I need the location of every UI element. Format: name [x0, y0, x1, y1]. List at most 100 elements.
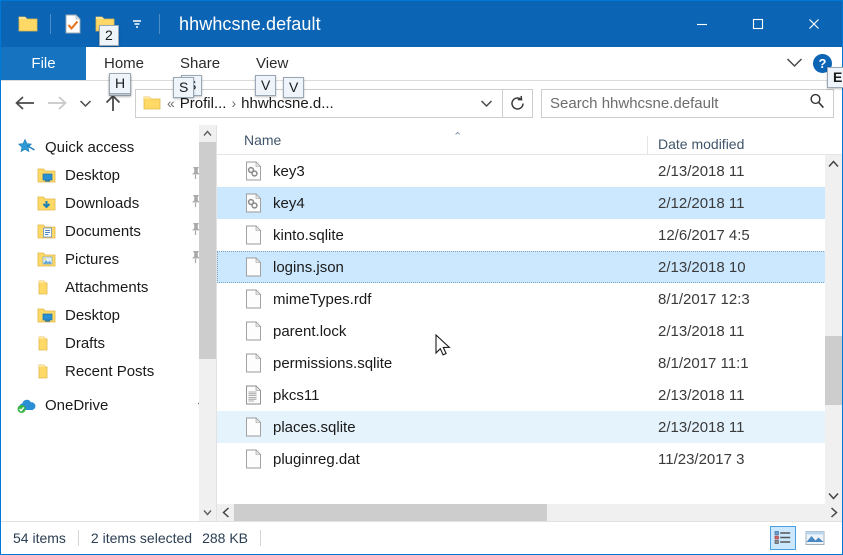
table-row[interactable]: pkcs11 2/13/2018 11: [217, 379, 842, 411]
table-row[interactable]: key3 2/13/2018 11: [217, 155, 842, 187]
search-input[interactable]: Search hhwhcsne.default: [550, 95, 809, 112]
recent-locations-button[interactable]: [73, 87, 97, 119]
file-date: 12/6/2017 4:5: [658, 227, 842, 244]
column-header-row: ⌃ Name Date modified: [217, 125, 842, 155]
minimize-button[interactable]: [674, 1, 730, 47]
file-name: permissions.sqlite: [273, 355, 658, 372]
file-name: places.sqlite: [273, 419, 658, 436]
sidebar-item-desktop[interactable]: Desktop: [1, 161, 216, 189]
sidebar-item-documents[interactable]: Documents: [1, 217, 216, 245]
tab-share[interactable]: Share S: [162, 47, 238, 80]
customize-dropdown-icon[interactable]: [122, 9, 152, 39]
sidebar-scroll-up-icon[interactable]: [199, 125, 216, 142]
blank-document-icon: [243, 449, 263, 469]
scroll-right-icon[interactable]: [825, 504, 842, 521]
scroll-left-icon[interactable]: [217, 504, 234, 521]
hscroll-track[interactable]: [234, 504, 825, 521]
search-box[interactable]: Search hhwhcsne.default: [541, 89, 834, 118]
gear-document-icon: [243, 161, 263, 181]
table-row[interactable]: kinto.sqlite 12/6/2017 4:5: [217, 219, 842, 251]
folder-icon[interactable]: [13, 9, 43, 39]
scroll-up-icon[interactable]: [825, 155, 842, 172]
status-divider: [78, 530, 79, 546]
selection-size-label: 288 KB: [202, 530, 248, 546]
sidebar-item-quick-access[interactable]: Quick access: [1, 133, 216, 161]
text-document-icon: [243, 385, 263, 405]
onedrive-cloud-icon: [17, 397, 39, 414]
sidebar-item-recent-posts[interactable]: Recent Posts: [1, 357, 216, 385]
tab-file-label: File: [31, 55, 55, 72]
sidebar-item-label: Recent Posts: [65, 363, 154, 380]
desktop-folder-icon: [37, 167, 59, 184]
sidebar-item-onedrive[interactable]: OneDrive: [1, 391, 216, 419]
breadcrumb-separator[interactable]: ›: [229, 95, 238, 111]
large-icons-view-button[interactable]: [802, 526, 828, 550]
new-folder-icon[interactable]: 2: [90, 9, 120, 39]
tab-view[interactable]: View V: [238, 47, 306, 80]
blank-document-icon: [243, 417, 263, 437]
hscroll-thumb[interactable]: [234, 504, 547, 521]
table-row[interactable]: permissions.sqlite 8/1/2017 11:1: [217, 347, 842, 379]
sidebar-item-desktop-2[interactable]: Desktop: [1, 301, 216, 329]
help-label: ?: [819, 56, 827, 71]
file-explorer-window: 2 hhwhcsne.default: [0, 0, 843, 555]
documents-folder-icon: [37, 223, 59, 240]
sidebar-scroll-down-icon[interactable]: [199, 504, 216, 521]
sidebar-item-attachments[interactable]: Attachments: [1, 273, 216, 301]
sidebar-item-label: Quick access: [45, 139, 134, 156]
blank-document-icon: [243, 353, 263, 373]
file-date: 2/13/2018 11: [658, 387, 842, 404]
pictures-folder-icon: [37, 251, 59, 268]
help-icon[interactable]: ? E: [813, 54, 832, 73]
scroll-thumb[interactable]: [825, 336, 842, 405]
refresh-button[interactable]: [503, 89, 533, 118]
sidebar-item-downloads[interactable]: Downloads: [1, 189, 216, 217]
scroll-down-icon[interactable]: [825, 487, 842, 504]
file-list-vertical-scrollbar[interactable]: [825, 155, 842, 504]
tab-file[interactable]: File: [1, 47, 86, 80]
blank-document-icon: [243, 289, 263, 309]
status-divider-2: [260, 530, 261, 546]
file-list-horizontal-scrollbar[interactable]: [217, 504, 842, 521]
ribbon-right-controls: ? E: [786, 47, 842, 80]
scroll-track[interactable]: [825, 172, 842, 487]
table-row[interactable]: pluginreg.dat 11/23/2017 3: [217, 443, 842, 475]
window-controls: [674, 1, 842, 47]
forward-button[interactable]: [41, 87, 73, 119]
table-row[interactable]: key4 2/12/2018 11: [217, 187, 842, 219]
maximize-button[interactable]: [730, 1, 786, 47]
file-list: key3 2/13/2018 11 key4 2/12/2018 11: [217, 155, 842, 504]
up-button[interactable]: H: [97, 87, 129, 119]
file-name: kinto.sqlite: [273, 227, 658, 244]
sidebar-scrollbar[interactable]: [199, 125, 216, 521]
sidebar-item-pictures[interactable]: Pictures: [1, 245, 216, 273]
file-date: 2/13/2018 11: [658, 419, 842, 436]
toolbar-divider-2: [159, 14, 160, 34]
table-row[interactable]: logins.json 2/13/2018 10: [217, 251, 842, 283]
table-row[interactable]: mimeTypes.rdf 8/1/2017 12:3: [217, 283, 842, 315]
back-button[interactable]: [9, 87, 41, 119]
table-row[interactable]: parent.lock 2/13/2018 11: [217, 315, 842, 347]
keytip-view: V: [255, 75, 276, 96]
close-button[interactable]: [786, 1, 842, 47]
table-row[interactable]: places.sqlite 2/13/2018 11: [217, 411, 842, 443]
gear-document-icon: [243, 193, 263, 213]
file-date: 2/13/2018 10: [658, 259, 842, 276]
sidebar-item-label: Desktop: [65, 167, 120, 184]
sidebar-scroll-track[interactable]: [199, 142, 216, 504]
details-view-button[interactable]: [770, 526, 796, 550]
column-header-date-modified[interactable]: Date modified: [647, 136, 842, 154]
sidebar-item-label: Pictures: [65, 251, 119, 268]
sidebar-scroll-thumb[interactable]: [199, 142, 216, 359]
address-dropdown-icon[interactable]: [474, 90, 498, 117]
column-header-name[interactable]: ⌃ Name: [217, 132, 647, 154]
file-name: mimeTypes.rdf: [273, 291, 658, 308]
search-icon[interactable]: [809, 93, 825, 114]
properties-icon[interactable]: [58, 9, 88, 39]
blank-document-icon: [243, 321, 263, 341]
sidebar-item-drafts[interactable]: Drafts: [1, 329, 216, 357]
collapse-ribbon-icon[interactable]: [786, 56, 803, 71]
sidebar-item-label: Attachments: [65, 279, 148, 296]
file-name: key3: [273, 163, 658, 180]
tab-view-label: View: [256, 55, 288, 72]
